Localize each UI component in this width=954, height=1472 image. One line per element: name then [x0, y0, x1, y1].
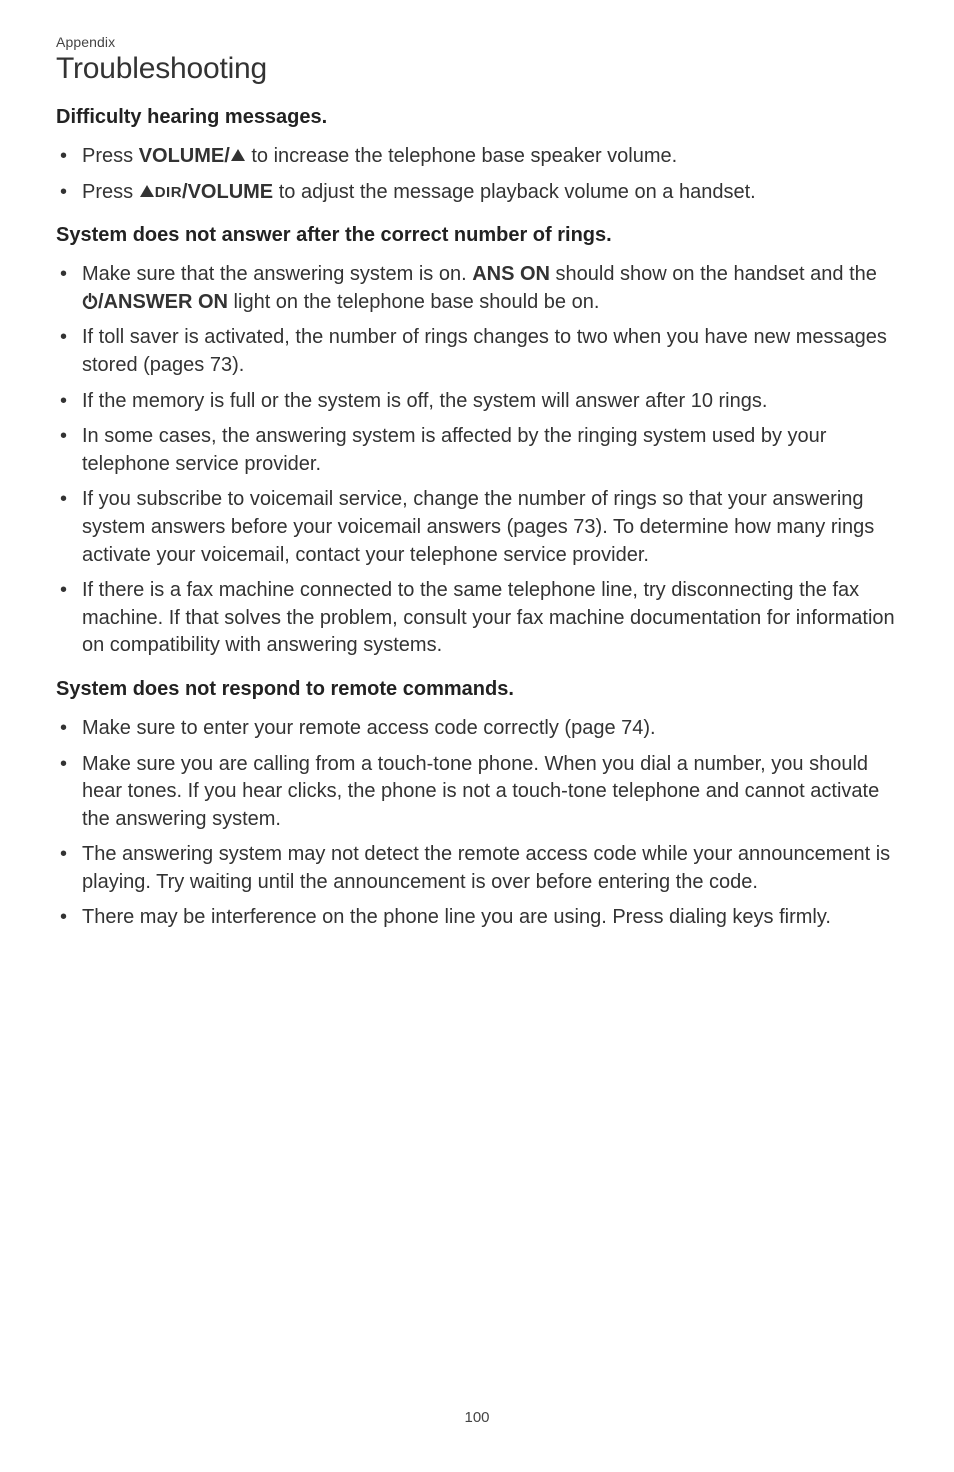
dir-label: DIR [155, 184, 182, 201]
body-text: Make sure you are calling from a touch-t… [82, 753, 879, 830]
body-text: Make sure that the answering system is o… [82, 263, 472, 285]
list-item: Make sure you are calling from a touch-t… [56, 751, 898, 834]
bullet-list: Press VOLUME/ to increase the telephone … [56, 143, 898, 206]
power-icon [82, 293, 98, 309]
body-text: If you subscribe to voicemail service, c… [82, 488, 874, 565]
sections-container: Difficulty hearing messages. Press VOLUME… [56, 106, 898, 932]
body-text: In some cases, the answering system is a… [82, 425, 826, 475]
list-item: There may be interference on the phone l… [56, 904, 898, 932]
body-text: Press [82, 181, 139, 203]
bullet-list: Make sure to enter your remote access co… [56, 715, 898, 932]
body-text: If the memory is full or the system is o… [82, 390, 767, 412]
bullet-list: Make sure that the answering system is o… [56, 261, 898, 660]
list-item: Make sure that the answering system is o… [56, 261, 898, 316]
list-item: If you subscribe to voicemail service, c… [56, 486, 898, 569]
list-item: In some cases, the answering system is a… [56, 423, 898, 478]
body-text: should show on the handset and the [550, 263, 877, 285]
body-text: If toll saver is activated, the number o… [82, 326, 887, 376]
list-item: If the memory is full or the system is o… [56, 388, 898, 416]
section-heading: System does not answer after the correct… [56, 224, 898, 247]
body-text: to adjust the message playback volume on… [273, 181, 756, 203]
list-item: Press DIR/VOLUME to adjust the message p… [56, 179, 898, 207]
page-number: 100 [0, 1409, 954, 1426]
bold-text: VOLUME/ [139, 145, 230, 167]
section-heading: Difficulty hearing messages. [56, 106, 898, 129]
body-text: Make sure to enter your remote access co… [82, 717, 656, 739]
body-text: The answering system may not detect the … [82, 843, 890, 893]
bold-text: ANS ON [472, 263, 550, 285]
list-item: Press VOLUME/ to increase the telephone … [56, 143, 898, 171]
body-text: to increase the telephone base speaker v… [246, 145, 677, 167]
body-text: If there is a fax machine connected to t… [82, 579, 895, 656]
list-item: If toll saver is activated, the number o… [56, 324, 898, 379]
triangle-up-icon [231, 149, 245, 161]
list-item: If there is a fax machine connected to t… [56, 577, 898, 660]
bold-text: /ANSWER ON [98, 291, 228, 313]
bold-text: /VOLUME [182, 181, 273, 203]
appendix-label: Appendix [56, 34, 898, 50]
list-item: Make sure to enter your remote access co… [56, 715, 898, 743]
body-text: light on the telephone base should be on… [228, 291, 599, 313]
page-title: Troubleshooting [56, 52, 898, 86]
body-text: Press [82, 145, 139, 167]
body-text: There may be interference on the phone l… [82, 906, 831, 928]
section-heading: System does not respond to remote comman… [56, 678, 898, 701]
triangle-up-icon [140, 185, 154, 197]
list-item: The answering system may not detect the … [56, 841, 898, 896]
